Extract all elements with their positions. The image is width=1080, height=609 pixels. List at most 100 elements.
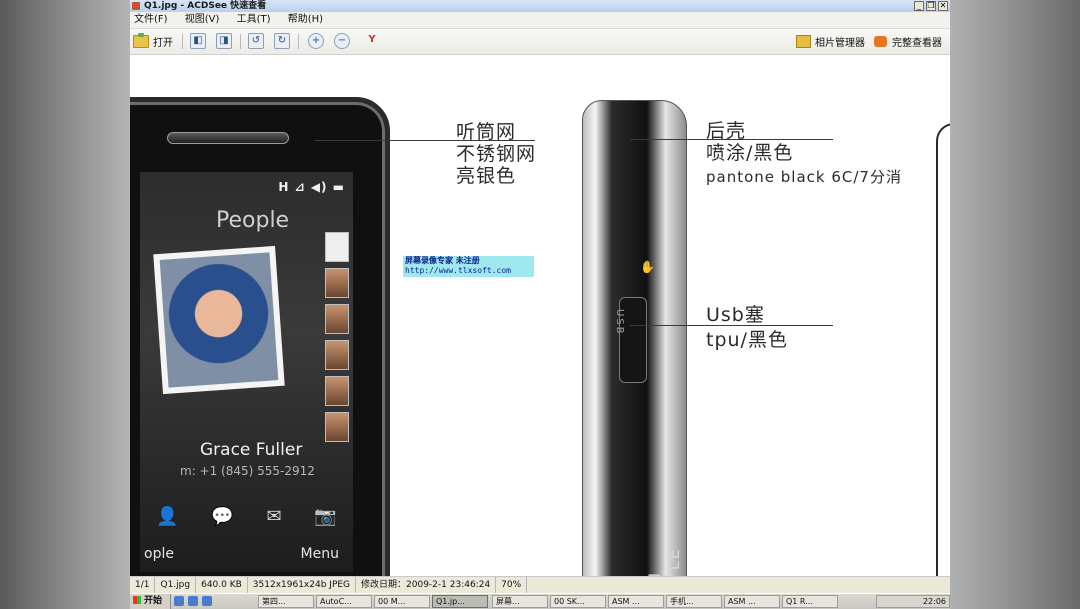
recorder-watermark: 屏幕录像专家 未注册 http://www.tlxsoft.com [403, 256, 534, 277]
back-cover-note-line: pantone black 6C/7分消 [706, 168, 902, 186]
title-bar: Q1.jpg - ACDSee 快速查看 _ ❐ ✕ [130, 0, 950, 12]
taskbar-item[interactable]: 第四... [258, 595, 314, 608]
contact-name: Grace Fuller [200, 440, 303, 460]
toolbar-separator [182, 34, 183, 49]
taskbar-item-active[interactable]: Q1.jp... [432, 595, 488, 608]
earpiece-note-line: 亮银色 [456, 165, 517, 187]
zoom-in-icon[interactable]: + [308, 33, 324, 49]
menu-tools[interactable]: 工具(T) [237, 12, 271, 28]
taskbar-item[interactable]: AutoC... [316, 595, 372, 608]
earpiece-annotation: 听筒网 不锈钢网 亮银色 [456, 121, 536, 187]
status-filesize: 640.0 KB [196, 577, 248, 593]
contact-thumb [325, 340, 349, 370]
open-folder-icon [133, 33, 149, 48]
full-viewer-button[interactable]: 完整查看器 [874, 34, 942, 49]
usb-note-line: Usb塞 [706, 304, 765, 326]
quick-launch [174, 596, 212, 606]
start-button[interactable]: 开始 [130, 594, 171, 609]
rotate-left-icon[interactable]: ↺ [248, 33, 264, 49]
system-tray-clock[interactable]: 22:06 [876, 595, 950, 608]
hand-cursor-icon: ✋ [640, 260, 655, 274]
taskbar-item[interactable]: Q1 R... [782, 595, 838, 608]
taskbar-item[interactable]: ASM ... [724, 595, 780, 608]
menu-file[interactable]: 文件(F) [134, 12, 168, 28]
phone-status-icons: H ⊿ ◀) ▬ [278, 180, 345, 194]
usb-port-label: USB [614, 309, 625, 336]
contact-thumb [325, 376, 349, 406]
quick-launch-icon[interactable] [174, 596, 184, 606]
mail-icon: ✉ [266, 505, 282, 527]
minimize-button[interactable]: _ [914, 1, 924, 11]
usb-note-line: tpu/黑色 [706, 329, 788, 351]
contact-thumb [325, 304, 349, 334]
contact-thumb [325, 268, 349, 298]
quick-launch-icon[interactable] [202, 596, 212, 606]
full-viewer-icon [874, 36, 887, 47]
rotate-right-icon[interactable]: ↻ [274, 33, 290, 49]
window-title: Q1.jpg - ACDSee 快速查看 [144, 1, 267, 11]
toolbar-separator [240, 34, 241, 49]
acdsee-app-icon [132, 2, 140, 10]
earpiece-note-line: 听筒网 [456, 121, 517, 143]
phone-softkeys: ople Menu [140, 544, 353, 566]
taskbar-item[interactable]: 00 M... [374, 595, 430, 608]
previous-image-icon[interactable]: ◧ [190, 33, 206, 49]
menu-help[interactable]: 帮助(H) [288, 12, 323, 28]
softkey-right: Menu [300, 546, 339, 562]
taskbar-item[interactable]: 00 SK... [550, 595, 606, 608]
status-zoom[interactable]: 70% [496, 577, 528, 593]
earpiece-note-line: 不锈钢网 [456, 143, 537, 165]
watermark-line1: 屏幕录像专家 未注册 [405, 256, 480, 265]
contact-phone: m: +1 (845) 555-2912 [180, 464, 315, 478]
close-button[interactable]: ✕ [938, 1, 948, 11]
phone-dock: 👤 💬 ✉ 📷 [140, 496, 353, 536]
contact-photo [153, 245, 285, 395]
windows-taskbar: 开始 第四... AutoC... 00 M... Q1.jp... 屏幕...… [130, 593, 950, 609]
people-title: People [216, 208, 290, 233]
message-icon: 💬 [211, 505, 234, 527]
watermark-url: http://www.tlxsoft.com [405, 266, 511, 275]
usb-annotation: Usb塞 tpu/黑色 [706, 304, 788, 351]
acdsee-window: Q1.jpg - ACDSee 快速查看 _ ❐ ✕ 文件(F) 视图(V) 工… [130, 0, 950, 608]
next-image-icon[interactable]: ◨ [216, 33, 232, 49]
zoom-out-icon[interactable]: − [334, 33, 350, 49]
status-index: 1/1 [130, 577, 156, 593]
taskbar-item[interactable]: 手机... [666, 595, 722, 608]
open-button-label: 打开 [153, 38, 173, 49]
contact-thumb [325, 412, 349, 442]
taskbar-item[interactable]: 屏幕... [492, 595, 548, 608]
taskbar-item[interactable]: ASM ... [608, 595, 664, 608]
image-canvas[interactable]: H ⊿ ◀) ▬ People Grace Fuller m: +1 (845)… [130, 55, 950, 576]
camera-icon: 📷 [314, 505, 337, 527]
back-cover-note-line: 喷涂/黑色 [706, 142, 794, 164]
back-cover-note-line: 后壳 [706, 120, 747, 142]
contact-thumb [325, 232, 349, 262]
viewer-status-bar: 1/1 Q1.jpg 640.0 KB 3512x1961x24b JPEG 修… [130, 576, 950, 593]
full-viewer-label: 完整查看器 [892, 38, 942, 49]
earpiece-grill [167, 132, 289, 144]
status-dimensions: 3512x1961x24b JPEG [248, 577, 357, 593]
phone-screen: H ⊿ ◀) ▬ People Grace Fuller m: +1 (845)… [140, 172, 353, 572]
toolbar-separator [298, 34, 299, 49]
contact-thumbnails [325, 232, 349, 448]
phone-front-drawing: H ⊿ ◀) ▬ People Grace Fuller m: +1 (845)… [130, 97, 390, 576]
phone-back-drawing [936, 123, 950, 576]
quick-launch-icon[interactable] [188, 596, 198, 606]
menu-view[interactable]: 视图(V) [185, 12, 220, 28]
toolbar: 打开 ◧ ◨ ↺ ↻ + − Y 相片管理器 完整查看器 [130, 29, 950, 55]
status-filename: Q1.jpg [155, 577, 197, 593]
photo-manager-button[interactable]: 相片管理器 [796, 34, 865, 49]
back-cover-annotation: 后壳 喷涂/黑色 pantone black 6C/7分消 [706, 120, 902, 188]
window-controls: _ ❐ ✕ [914, 1, 948, 11]
menu-bar: 文件(F) 视图(V) 工具(T) 帮助(H) [130, 12, 950, 29]
status-modified: 修改日期：2009-2-1 23:46:24 [356, 577, 497, 593]
phone-side-drawing: USB ION STYLE [582, 100, 687, 576]
side-brand-text: ION STYLE [645, 547, 683, 576]
softkey-left: ople [144, 546, 174, 562]
open-button[interactable]: 打开 [133, 33, 173, 50]
fit-image-icon[interactable]: Y [364, 33, 380, 49]
restore-button[interactable]: ❐ [926, 1, 936, 11]
photo-manager-icon [796, 35, 811, 48]
person-icon: 👤 [156, 505, 179, 527]
photo-manager-label: 相片管理器 [815, 38, 865, 49]
